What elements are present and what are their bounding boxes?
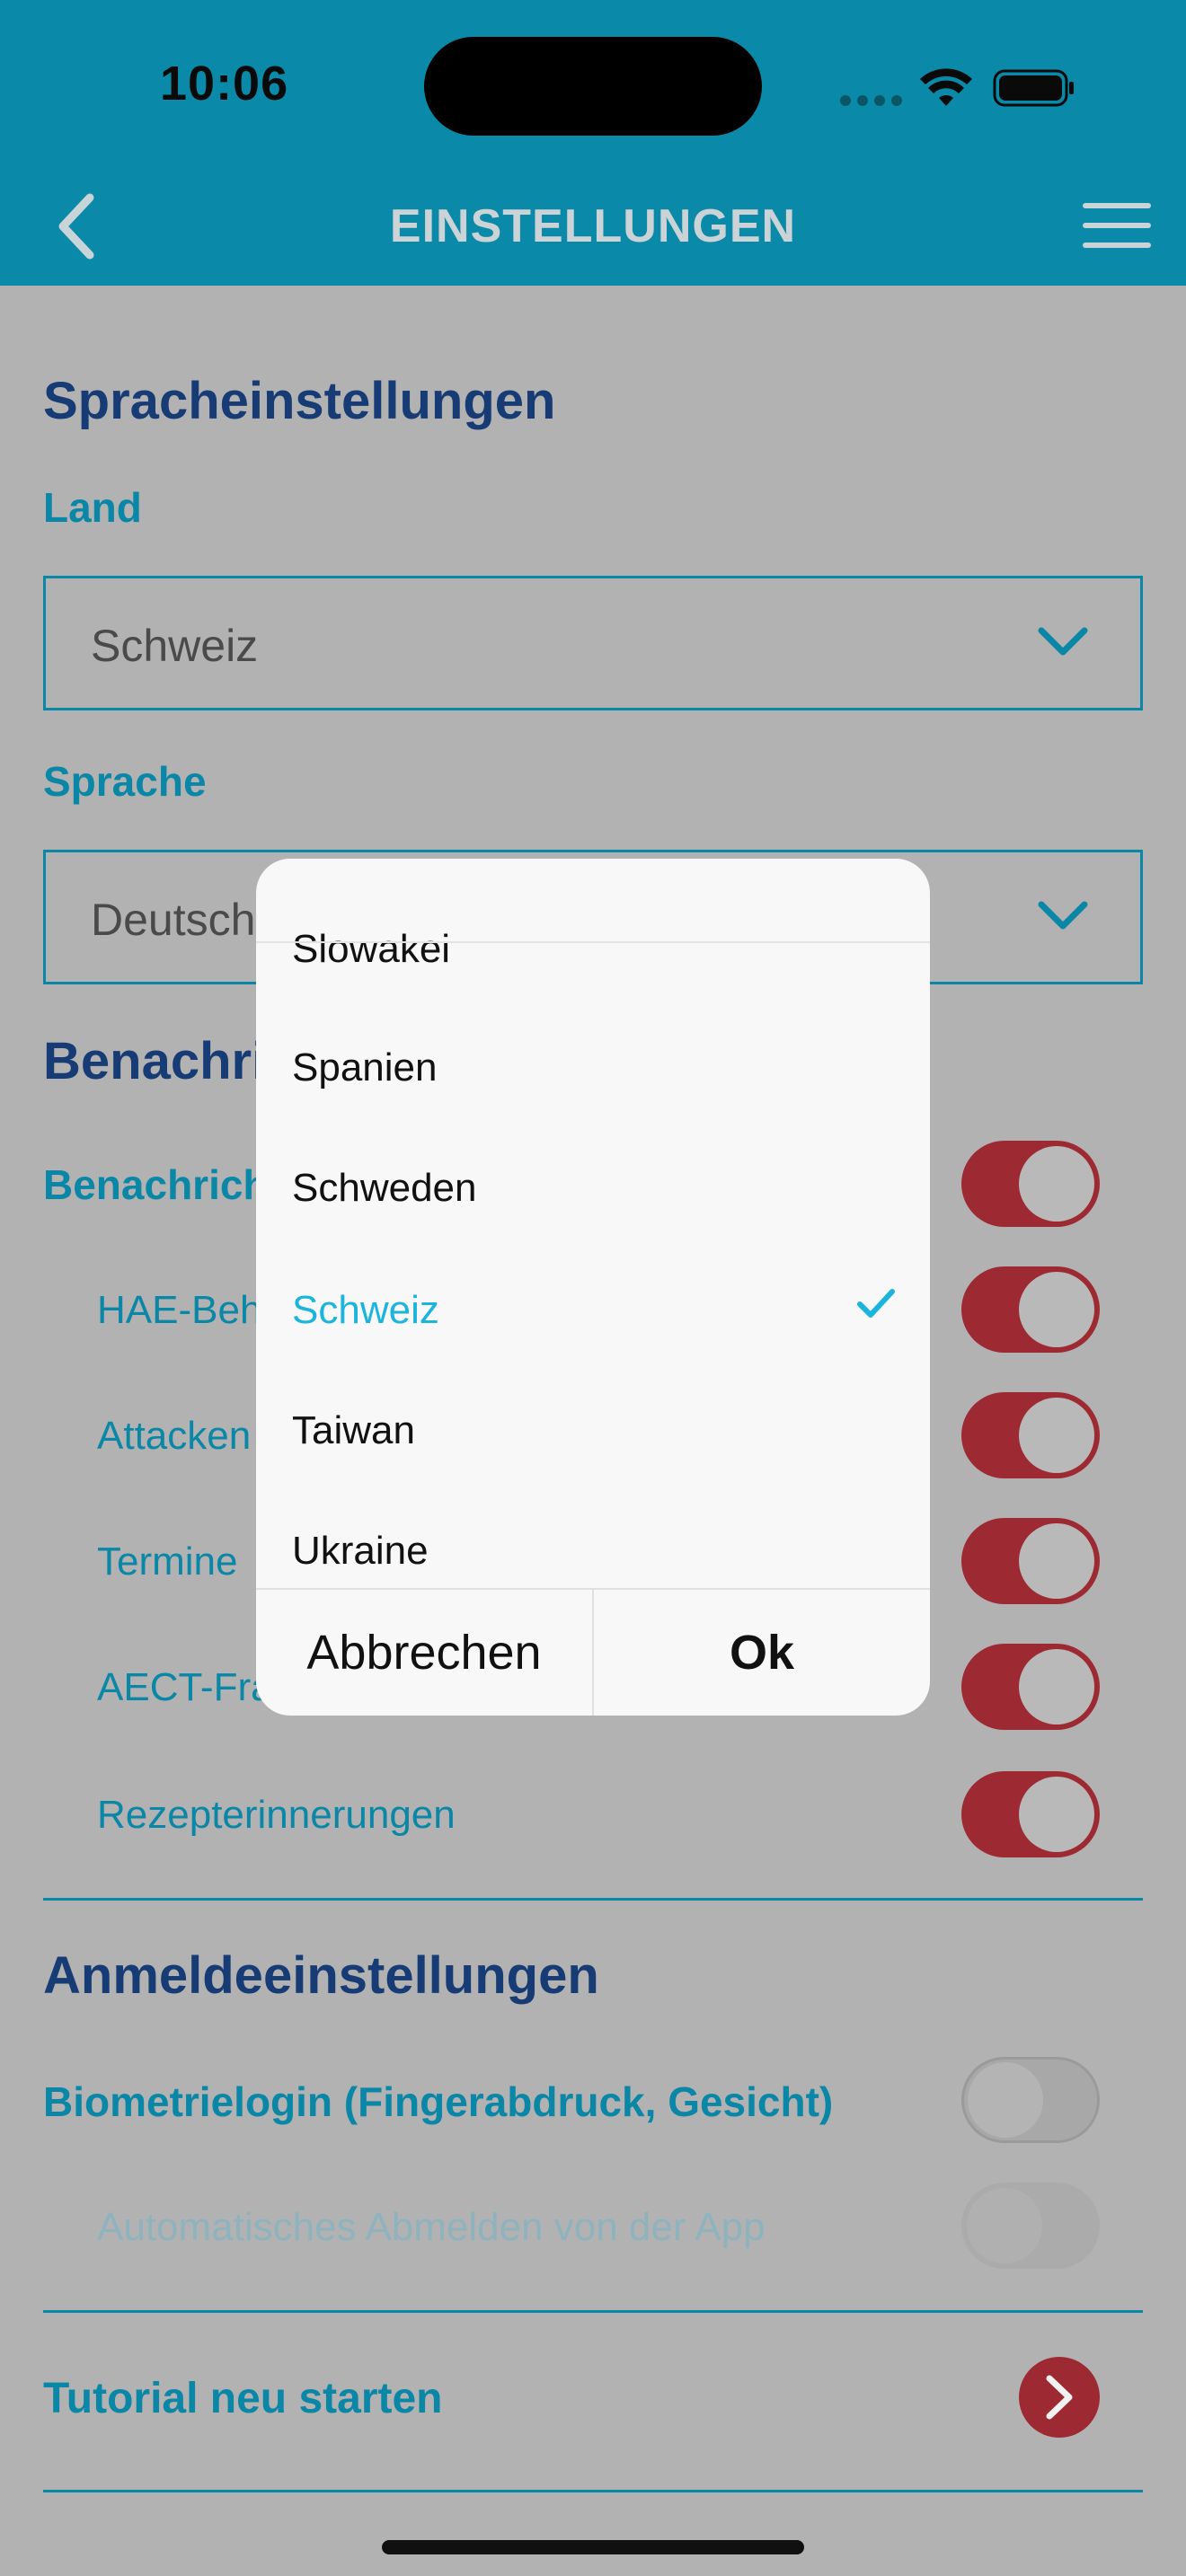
notification-item-toggle[interactable]	[961, 1392, 1100, 1478]
toggle-knob	[1019, 1649, 1094, 1725]
country-picker-dialog: Slowakei Spanien Schweden Schweiz Taiwan…	[256, 859, 930, 1716]
toggle-knob	[1019, 1523, 1094, 1599]
restart-tutorial-label: Tutorial neu starten	[43, 2375, 443, 2422]
toggle-knob	[967, 2188, 1042, 2263]
notification-item-toggle[interactable]	[961, 1518, 1100, 1604]
country-label: Land	[43, 484, 142, 531]
checkmark-icon	[857, 1289, 895, 1318]
picker-top-divider	[256, 941, 930, 943]
ok-button[interactable]: Ok	[594, 1590, 930, 1716]
chevron-down-icon	[1038, 901, 1088, 930]
country-select-value: Schweiz	[91, 621, 259, 671]
page-title: EINSTELLUNGEN	[389, 200, 797, 252]
login-settings-title: Anmeldeeinstellungen	[43, 1946, 599, 2005]
section-divider	[43, 1898, 1143, 1901]
picker-item[interactable]: Taiwan	[292, 1408, 415, 1453]
cellular-signal-icon	[840, 95, 903, 106]
toggle-knob	[1019, 1146, 1094, 1222]
country-select[interactable]: Schweiz	[43, 576, 1143, 710]
notification-item-toggle[interactable]	[961, 1266, 1100, 1353]
restart-tutorial-button[interactable]	[1019, 2357, 1100, 2438]
toggle-knob	[1019, 1398, 1094, 1473]
wifi-icon	[920, 68, 972, 106]
notification-item-toggle[interactable]	[961, 1771, 1100, 1857]
app-header: 10:06 EINSTELLUNGEN	[0, 0, 1186, 286]
section-divider	[43, 2490, 1143, 2492]
language-settings-title: Spracheinstellungen	[43, 372, 556, 430]
toggle-knob	[968, 2062, 1043, 2138]
notification-item-toggle[interactable]	[961, 1644, 1100, 1730]
notification-item-label: Termine	[97, 1539, 238, 1584]
dynamic-island	[424, 37, 762, 136]
notification-item-label: Attacken	[97, 1414, 252, 1458]
notification-item-label: Rezepterinnerungen	[97, 1793, 456, 1837]
biometric-login-label: Biometrielogin (Fingerabdruck, Gesicht)	[43, 2078, 834, 2125]
picker-item[interactable]: Slowakei	[292, 927, 450, 972]
picker-item-selected[interactable]: Schweiz	[292, 1288, 439, 1333]
chevron-right-icon	[1046, 2375, 1073, 2420]
home-indicator	[382, 2540, 804, 2554]
picker-item[interactable]: Schweden	[292, 1166, 476, 1211]
notifications-main-toggle[interactable]	[961, 1141, 1100, 1227]
auto-logout-toggle[interactable]	[961, 2183, 1100, 2269]
section-divider	[43, 2310, 1143, 2313]
picker-item[interactable]: Ukraine	[292, 1529, 429, 1574]
battery-icon	[993, 69, 1074, 107]
language-label: Sprache	[43, 758, 207, 805]
hamburger-menu-icon[interactable]	[1083, 203, 1151, 248]
toggle-knob	[1019, 1777, 1094, 1852]
auto-logout-label: Automatisches Abmelden von der App	[97, 2205, 766, 2249]
cancel-button[interactable]: Abbrechen	[256, 1590, 592, 1716]
toggle-knob	[1019, 1272, 1094, 1347]
chevron-down-icon	[1038, 627, 1088, 656]
biometric-login-toggle[interactable]	[961, 2057, 1100, 2143]
language-select-value: Deutsch	[91, 895, 256, 945]
status-time: 10:06	[160, 57, 289, 110]
picker-item[interactable]: Spanien	[292, 1045, 437, 1090]
